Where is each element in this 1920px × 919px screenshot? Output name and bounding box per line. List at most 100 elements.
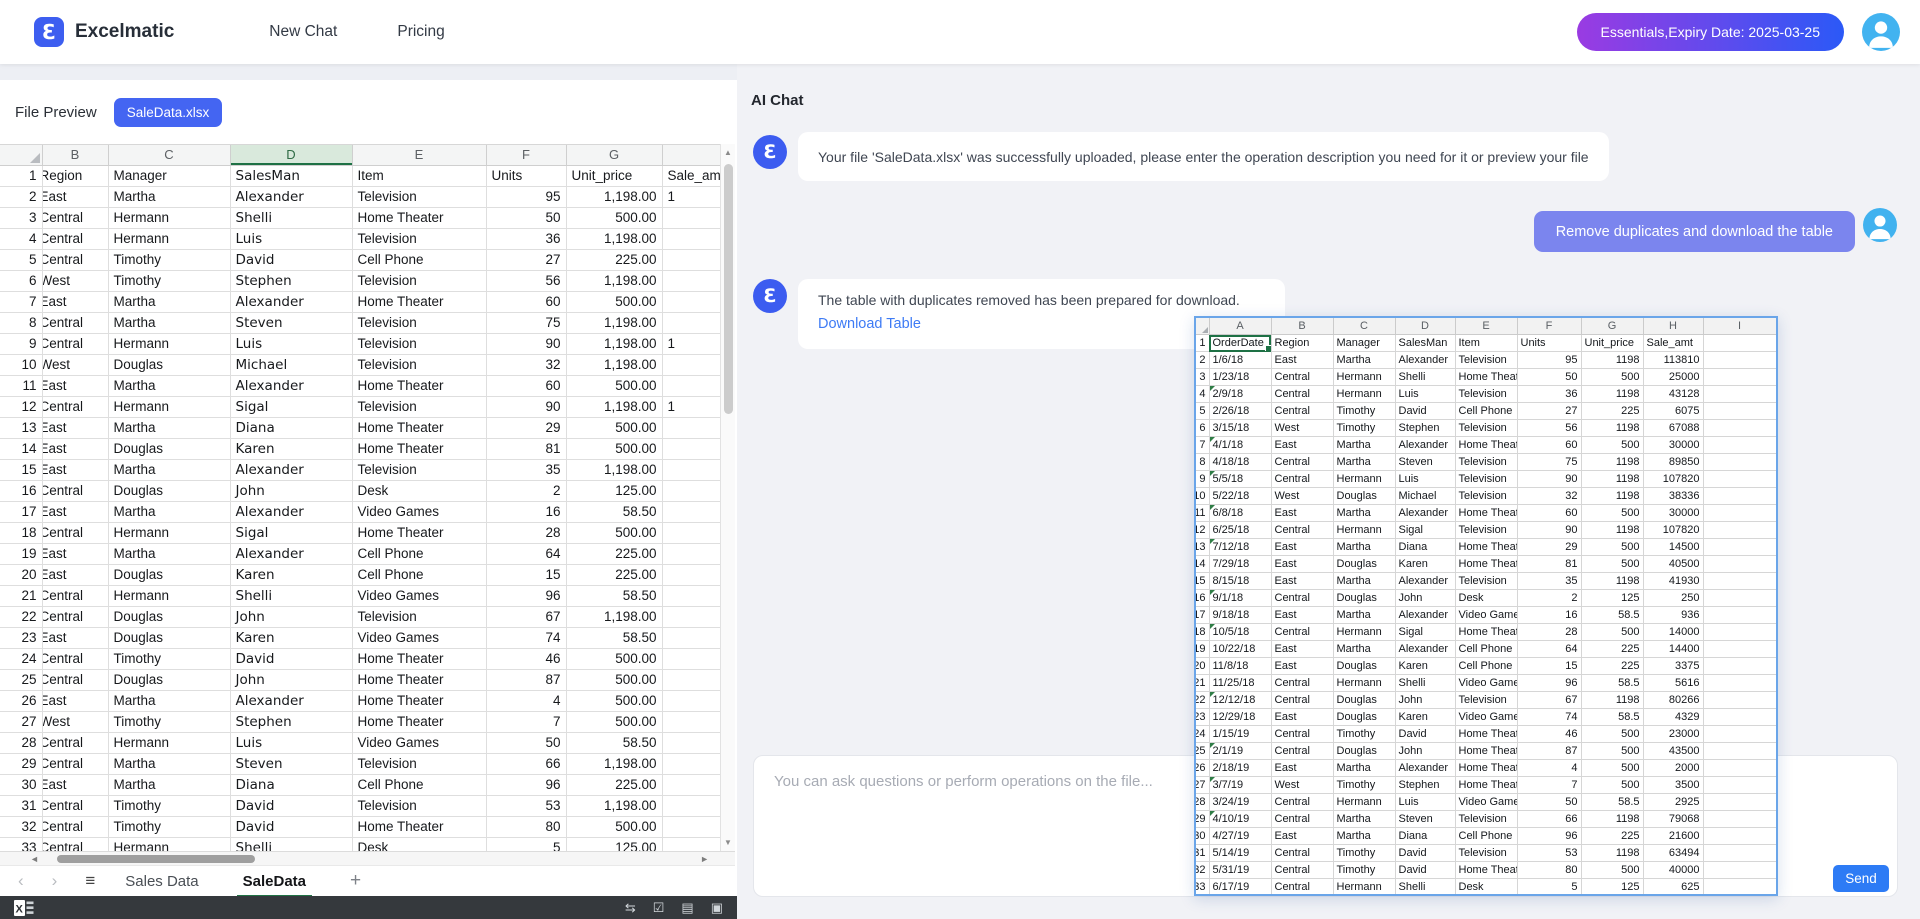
cell-G24[interactable]: 500.00 — [566, 649, 662, 670]
cell-G10[interactable]: 1,198.00 — [566, 355, 662, 376]
cell-F18[interactable]: 28 — [486, 523, 566, 544]
cell-G3[interactable]: 500.00 — [566, 208, 662, 229]
cell-F20[interactable]: 15 — [486, 565, 566, 586]
cell-F1[interactable]: Units — [486, 166, 566, 187]
cell-D24[interactable]: David — [230, 649, 352, 670]
column-header-E[interactable]: E — [352, 145, 486, 166]
plan-badge[interactable]: Essentials,Expiry Date: 2025-03-25 — [1577, 13, 1844, 51]
cell-B28[interactable]: Central — [42, 733, 108, 754]
cell-G25[interactable]: 500.00 — [566, 670, 662, 691]
cell-E23[interactable]: Video Games — [352, 628, 486, 649]
cell-H18[interactable] — [662, 523, 720, 544]
cell-B8[interactable]: Central — [42, 313, 108, 334]
cell-B20[interactable]: East — [42, 565, 108, 586]
cell-C5[interactable]: Timothy — [108, 250, 230, 271]
cell-E28[interactable]: Video Games — [352, 733, 486, 754]
cell-B30[interactable]: East — [42, 775, 108, 796]
result-table-preview[interactable]: ABCDEFGHI1OrderDateRegionManagerSalesMan… — [1194, 316, 1778, 896]
cell-F33[interactable]: 5 — [486, 838, 566, 852]
cell-E26[interactable]: Home Theater — [352, 691, 486, 712]
cell-H12[interactable]: 1 — [662, 397, 720, 418]
cell-E9[interactable]: Television — [352, 334, 486, 355]
row-header-7[interactable]: 7 — [0, 292, 42, 313]
row-header-16[interactable]: 16 — [0, 481, 42, 502]
sheet-tab-saledata[interactable]: SaleData — [243, 873, 306, 890]
row-header-25[interactable]: 25 — [0, 670, 42, 691]
cell-C19[interactable]: Martha — [108, 544, 230, 565]
cell-F17[interactable]: 16 — [486, 502, 566, 523]
cell-E31[interactable]: Television — [352, 796, 486, 817]
cell-D11[interactable]: Alexander — [230, 376, 352, 397]
cell-D1[interactable]: SalesMan — [230, 166, 352, 187]
cell-H3[interactable] — [662, 208, 720, 229]
cell-H23[interactable] — [662, 628, 720, 649]
cell-C22[interactable]: Douglas — [108, 607, 230, 628]
row-header-9[interactable]: 9 — [0, 334, 42, 355]
sheet-tab-sales-data[interactable]: Sales Data — [125, 873, 198, 890]
cell-E15[interactable]: Television — [352, 460, 486, 481]
cell-H2[interactable]: 1 — [662, 187, 720, 208]
cell-B6[interactable]: West — [42, 271, 108, 292]
scroll-right-icon[interactable]: ► — [700, 854, 709, 864]
cell-E5[interactable]: Cell Phone — [352, 250, 486, 271]
cell-E22[interactable]: Television — [352, 607, 486, 628]
horizontal-scroll-thumb[interactable] — [57, 855, 255, 863]
row-header-3[interactable]: 3 — [0, 208, 42, 229]
row-header-27[interactable]: 27 — [0, 712, 42, 733]
cell-B16[interactable]: Central — [42, 481, 108, 502]
column-header-D[interactable]: D — [230, 145, 352, 166]
cell-C24[interactable]: Timothy — [108, 649, 230, 670]
cell-D31[interactable]: David — [230, 796, 352, 817]
refresh-icon[interactable]: ⇆ — [625, 900, 636, 916]
cell-D5[interactable]: David — [230, 250, 352, 271]
row-header-2[interactable]: 2 — [0, 187, 42, 208]
cell-C25[interactable]: Douglas — [108, 670, 230, 691]
cell-D9[interactable]: Luis — [230, 334, 352, 355]
cell-D16[interactable]: John — [230, 481, 352, 502]
cell-D25[interactable]: John — [230, 670, 352, 691]
cell-G8[interactable]: 1,198.00 — [566, 313, 662, 334]
cell-E2[interactable]: Television — [352, 187, 486, 208]
row-header-10[interactable]: 10 — [0, 355, 42, 376]
cell-C3[interactable]: Hermann — [108, 208, 230, 229]
cell-B14[interactable]: East — [42, 439, 108, 460]
cell-H13[interactable] — [662, 418, 720, 439]
cell-F12[interactable]: 90 — [486, 397, 566, 418]
cell-D7[interactable]: Alexander — [230, 292, 352, 313]
row-header-1[interactable]: 1 — [0, 166, 42, 187]
cell-E32[interactable]: Home Theater — [352, 817, 486, 838]
cell-D18[interactable]: Sigal — [230, 523, 352, 544]
cell-D12[interactable]: Sigal — [230, 397, 352, 418]
scroll-left-icon[interactable]: ◄ — [30, 854, 39, 864]
cell-C21[interactable]: Hermann — [108, 586, 230, 607]
row-header-15[interactable]: 15 — [0, 460, 42, 481]
cell-B22[interactable]: Central — [42, 607, 108, 628]
cell-G26[interactable]: 500.00 — [566, 691, 662, 712]
cell-D26[interactable]: Alexander — [230, 691, 352, 712]
cell-G1[interactable]: Unit_price — [566, 166, 662, 187]
cell-E8[interactable]: Television — [352, 313, 486, 334]
column-header-H[interactable] — [662, 145, 720, 166]
cell-F11[interactable]: 60 — [486, 376, 566, 397]
cell-F22[interactable]: 67 — [486, 607, 566, 628]
cell-F14[interactable]: 81 — [486, 439, 566, 460]
cell-G11[interactable]: 500.00 — [566, 376, 662, 397]
cell-E33[interactable]: Desk — [352, 838, 486, 852]
cell-D32[interactable]: David — [230, 817, 352, 838]
cell-H27[interactable] — [662, 712, 720, 733]
cell-E13[interactable]: Home Theater — [352, 418, 486, 439]
cell-D19[interactable]: Alexander — [230, 544, 352, 565]
cell-G27[interactable]: 500.00 — [566, 712, 662, 733]
cell-E19[interactable]: Cell Phone — [352, 544, 486, 565]
cell-B13[interactable]: East — [42, 418, 108, 439]
cell-D17[interactable]: Alexander — [230, 502, 352, 523]
row-header-14[interactable]: 14 — [0, 439, 42, 460]
cell-B24[interactable]: Central — [42, 649, 108, 670]
cell-G17[interactable]: 58.50 — [566, 502, 662, 523]
cell-H7[interactable] — [662, 292, 720, 313]
cell-H31[interactable] — [662, 796, 720, 817]
cell-F5[interactable]: 27 — [486, 250, 566, 271]
cell-F30[interactable]: 96 — [486, 775, 566, 796]
cell-C30[interactable]: Martha — [108, 775, 230, 796]
cell-C28[interactable]: Hermann — [108, 733, 230, 754]
